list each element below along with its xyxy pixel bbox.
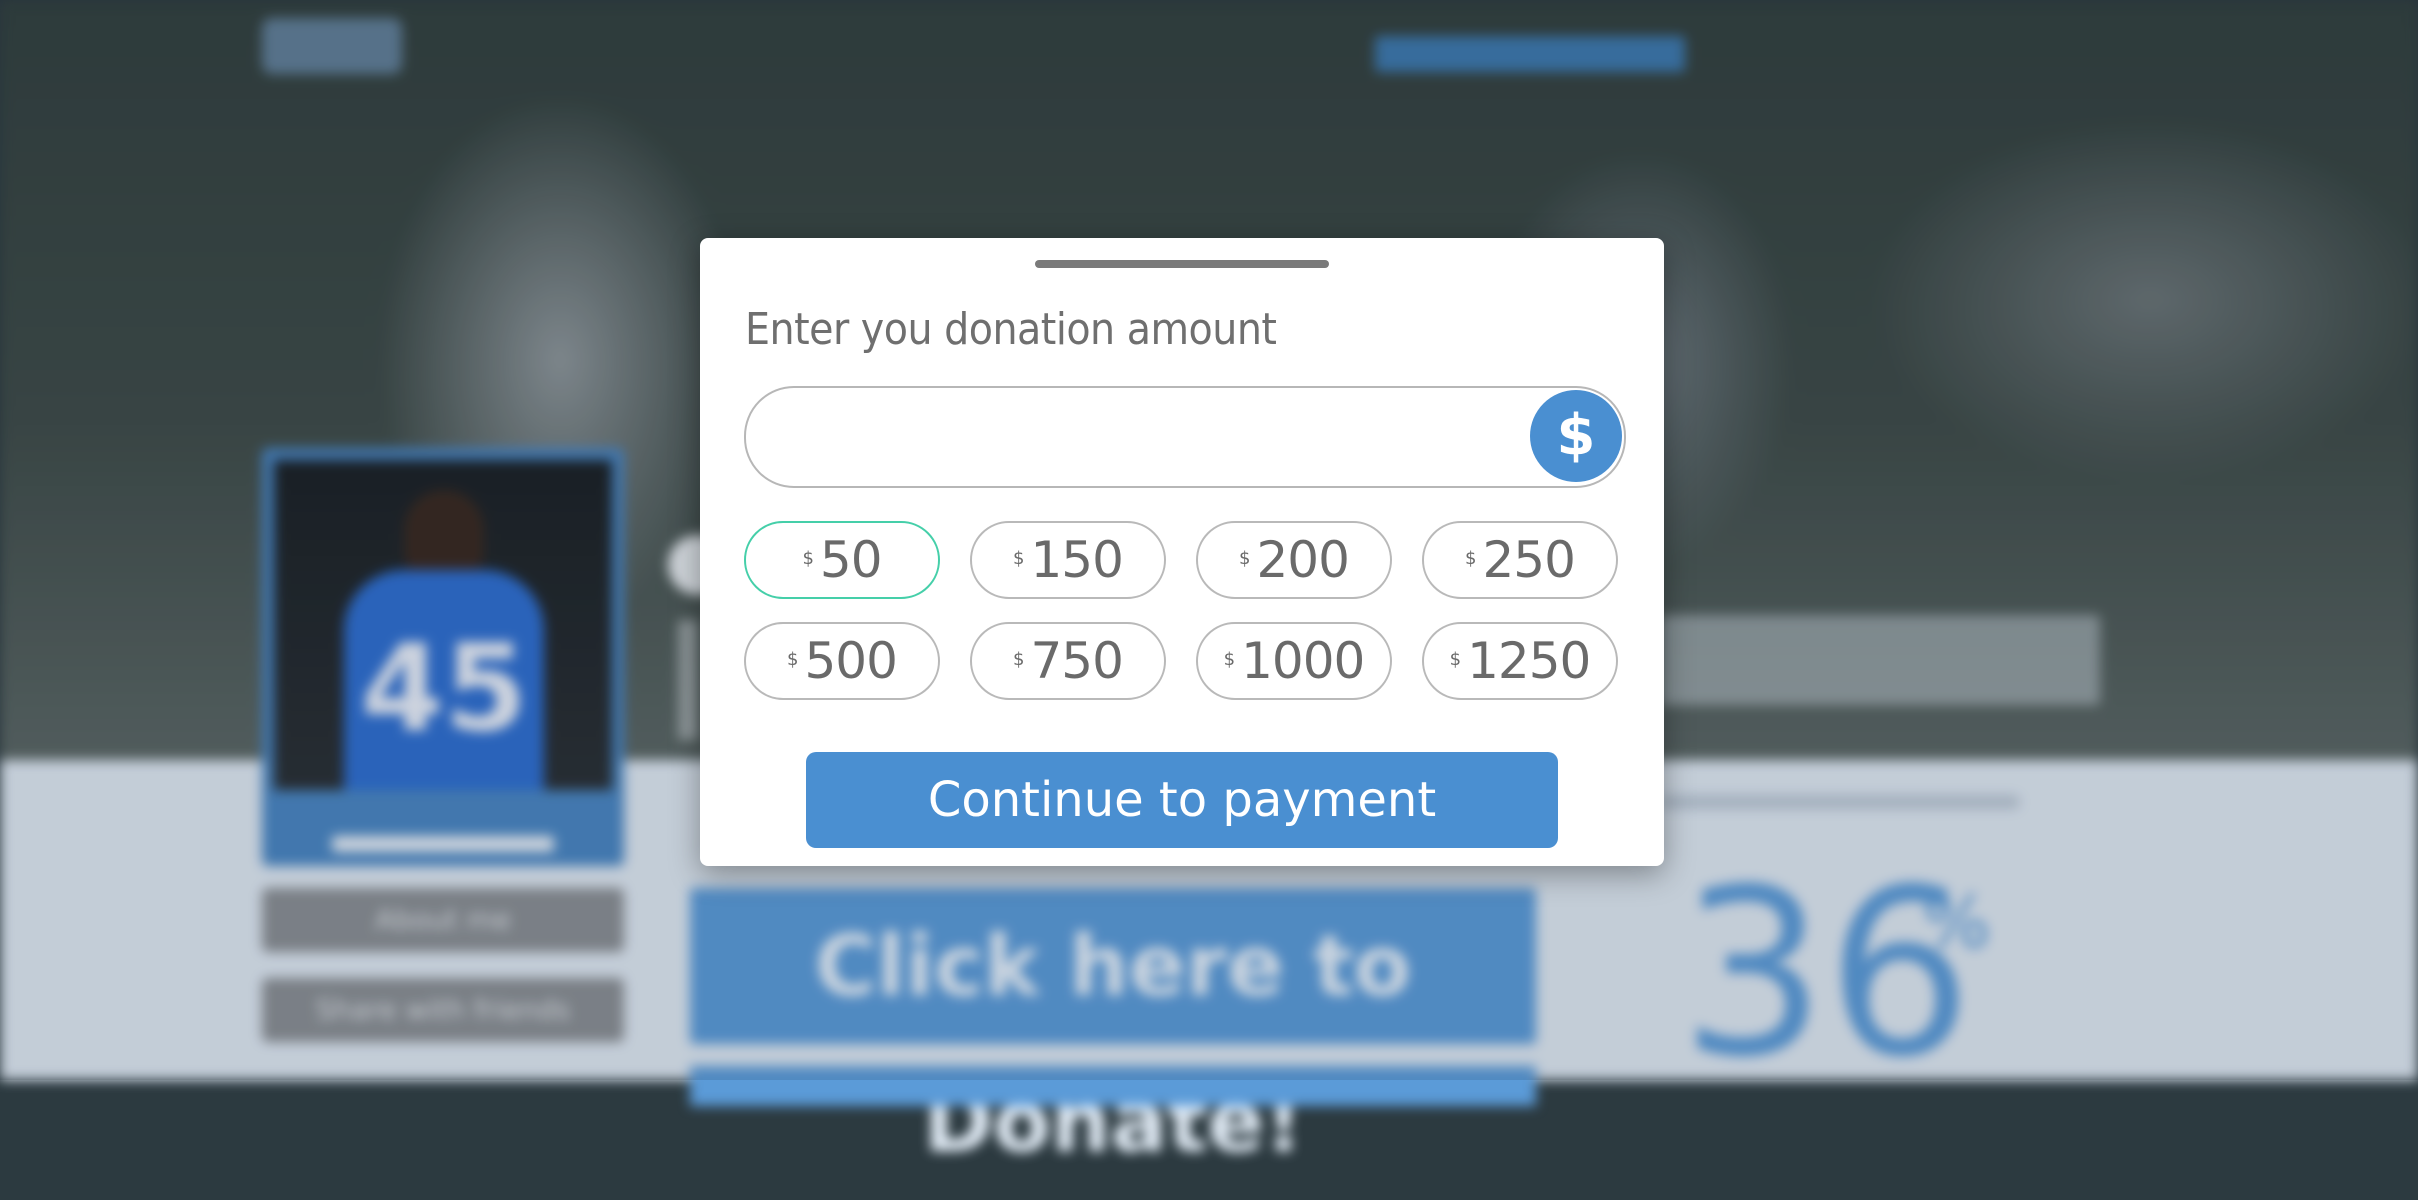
preset-amount-button[interactable]: $ 50 xyxy=(744,521,940,599)
preset-amount-button[interactable]: $ 200 xyxy=(1196,521,1392,599)
preset-amount-button[interactable]: $ 500 xyxy=(744,622,940,700)
amount-input[interactable] xyxy=(786,398,1510,476)
currency-symbol: $ xyxy=(1449,648,1462,670)
preset-amount-button[interactable]: $ 1250 xyxy=(1422,622,1618,700)
currency-symbol: $ xyxy=(1465,547,1477,569)
dollar-icon: $ xyxy=(1530,390,1622,482)
currency-symbol: $ xyxy=(787,648,799,670)
drag-handle[interactable] xyxy=(1035,260,1329,268)
preset-amount: 150 xyxy=(1030,531,1124,589)
continue-to-payment-button[interactable]: Continue to payment xyxy=(806,752,1558,848)
modal-title: Enter you donation amount xyxy=(745,304,1277,355)
currency-symbol: $ xyxy=(1013,648,1025,670)
amount-field[interactable]: $ xyxy=(744,386,1626,488)
preset-amount: 200 xyxy=(1256,531,1350,589)
currency-symbol: $ xyxy=(1013,547,1025,569)
currency-symbol: $ xyxy=(1239,547,1251,569)
preset-amount: 500 xyxy=(804,632,898,690)
currency-symbol: $ xyxy=(802,547,814,569)
preset-amount-button[interactable]: $ 750 xyxy=(970,622,1166,700)
currency-symbol: $ xyxy=(1223,648,1236,670)
preset-amount: 50 xyxy=(819,531,883,589)
preset-amount-button[interactable]: $ 250 xyxy=(1422,521,1618,599)
preset-amount: 1000 xyxy=(1241,632,1365,690)
preset-amount: 1250 xyxy=(1467,632,1591,690)
donation-modal: Enter you donation amount $ $ 50 $ 150 $… xyxy=(700,238,1664,866)
preset-amount: 750 xyxy=(1030,632,1124,690)
preset-amount: 250 xyxy=(1482,531,1576,589)
preset-amount-button[interactable]: $ 1000 xyxy=(1196,622,1392,700)
preset-amount-button[interactable]: $ 150 xyxy=(970,521,1166,599)
